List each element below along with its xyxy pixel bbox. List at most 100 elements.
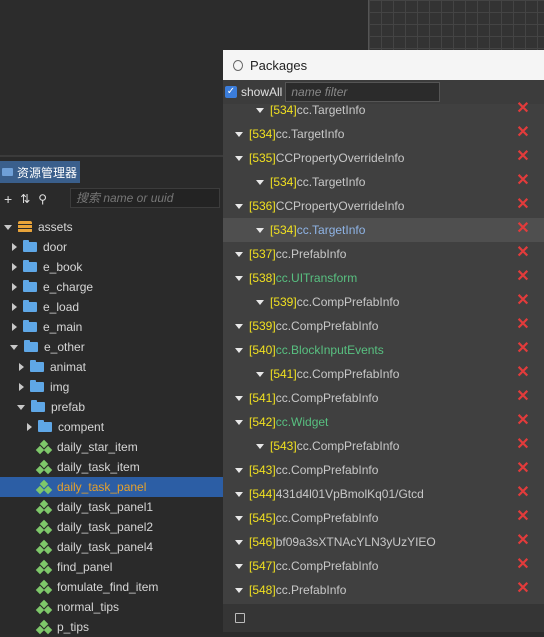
delete-icon[interactable]: ✕ xyxy=(516,317,530,333)
delete-icon[interactable]: ✕ xyxy=(516,437,530,453)
chevron-down-icon[interactable] xyxy=(235,491,243,497)
delete-icon[interactable]: ✕ xyxy=(516,293,530,309)
delete-icon[interactable]: ✕ xyxy=(516,461,530,477)
package-row[interactable]: [535] CCPropertyOverrideInfo ✕ xyxy=(223,146,544,170)
chevron-down-icon[interactable] xyxy=(235,563,243,569)
package-row[interactable]: [537] cc.PrefabInfo ✕ xyxy=(223,242,544,266)
chevron-down-icon[interactable] xyxy=(235,587,243,593)
tree-item[interactable]: find_panel xyxy=(0,557,223,577)
package-row[interactable]: [536] CCPropertyOverrideInfo ✕ xyxy=(223,194,544,218)
chevron-down-icon[interactable] xyxy=(17,404,25,410)
chevron-right-icon[interactable] xyxy=(19,363,24,371)
delete-icon[interactable]: ✕ xyxy=(516,485,530,501)
save-icon[interactable] xyxy=(235,613,245,623)
package-row[interactable]: [538] cc.UITransform ✕ xyxy=(223,266,544,290)
tree-item[interactable]: e_book xyxy=(0,257,223,277)
package-row[interactable]: [545] cc.CompPrefabInfo ✕ xyxy=(223,506,544,530)
package-row[interactable]: [548] cc.PrefabInfo ✕ xyxy=(223,578,544,602)
chevron-down-icon[interactable] xyxy=(256,107,264,113)
assets-search-input[interactable]: 搜索 name or uuid xyxy=(70,188,220,208)
chevron-right-icon[interactable] xyxy=(12,283,17,291)
delete-icon[interactable]: ✕ xyxy=(516,341,530,357)
chevron-down-icon[interactable] xyxy=(235,323,243,329)
delete-icon[interactable]: ✕ xyxy=(516,557,530,573)
chevron-down-icon[interactable] xyxy=(4,224,12,230)
chevron-down-icon[interactable] xyxy=(256,443,264,449)
tree-item[interactable]: e_charge xyxy=(0,277,223,297)
delete-icon[interactable]: ✕ xyxy=(516,197,530,213)
tree-item[interactable]: assets xyxy=(0,217,223,237)
chevron-down-icon[interactable] xyxy=(235,347,243,353)
chevron-down-icon[interactable] xyxy=(235,155,243,161)
package-row[interactable]: [541] cc.CompPrefabInfo ✕ xyxy=(223,362,544,386)
package-row[interactable]: [534] cc.TargetInfo ✕ xyxy=(223,218,544,242)
tree-item[interactable]: daily_task_panel4 xyxy=(0,537,223,557)
tree-item[interactable]: normal_tips xyxy=(0,597,223,617)
delete-icon[interactable]: ✕ xyxy=(516,125,530,141)
chevron-down-icon[interactable] xyxy=(235,467,243,473)
tree-item[interactable]: e_load xyxy=(0,297,223,317)
tree-item[interactable]: animat xyxy=(0,357,223,377)
chevron-down-icon[interactable] xyxy=(235,251,243,257)
tree-item[interactable]: fomulate_find_item xyxy=(0,577,223,597)
sort-icon[interactable]: ⇅ xyxy=(20,192,30,206)
chevron-down-icon[interactable] xyxy=(235,395,243,401)
chevron-down-icon[interactable] xyxy=(235,203,243,209)
tree-item[interactable]: door xyxy=(0,237,223,257)
package-row[interactable]: [534] cc.TargetInfo ✕ xyxy=(223,170,544,194)
chevron-right-icon[interactable] xyxy=(12,303,17,311)
tree-item[interactable]: p_tips xyxy=(0,617,223,637)
delete-icon[interactable]: ✕ xyxy=(516,413,530,429)
chevron-down-icon[interactable] xyxy=(256,371,264,377)
tree-item[interactable]: e_main xyxy=(0,317,223,337)
tree-item[interactable]: img xyxy=(0,377,223,397)
tree-item[interactable]: daily_star_item xyxy=(0,437,223,457)
tree-item[interactable]: compent xyxy=(0,417,223,437)
package-row[interactable]: [540] cc.BlockInputEvents ✕ xyxy=(223,338,544,362)
chevron-down-icon[interactable] xyxy=(235,419,243,425)
tree-item[interactable]: daily_task_panel2 xyxy=(0,517,223,537)
chevron-down-icon[interactable] xyxy=(235,131,243,137)
chevron-right-icon[interactable] xyxy=(27,423,32,431)
package-row[interactable]: [544] 431d4l01VpBmolKq01/Gtcd ✕ xyxy=(223,482,544,506)
package-row[interactable]: [534] cc.TargetInfo ✕ xyxy=(223,98,544,122)
delete-icon[interactable]: ✕ xyxy=(516,245,530,261)
chevron-right-icon[interactable] xyxy=(19,383,24,391)
chevron-right-icon[interactable] xyxy=(12,243,17,251)
chevron-right-icon[interactable] xyxy=(12,323,17,331)
package-row[interactable]: [543] cc.CompPrefabInfo ✕ xyxy=(223,434,544,458)
delete-icon[interactable]: ✕ xyxy=(516,581,530,597)
show-all-checkbox[interactable]: ✓ xyxy=(225,86,237,98)
chevron-down-icon[interactable] xyxy=(235,515,243,521)
chevron-down-icon[interactable] xyxy=(256,299,264,305)
delete-icon[interactable]: ✕ xyxy=(516,221,530,237)
package-row[interactable]: [539] cc.CompPrefabInfo ✕ xyxy=(223,290,544,314)
chevron-down-icon[interactable] xyxy=(235,275,243,281)
tree-item[interactable]: daily_task_panel xyxy=(0,477,223,497)
package-row[interactable]: [542] cc.Widget ✕ xyxy=(223,410,544,434)
package-row[interactable]: [541] cc.CompPrefabInfo ✕ xyxy=(223,386,544,410)
search-icon[interactable]: ⚲ xyxy=(38,192,47,206)
chevron-down-icon[interactable] xyxy=(10,344,18,350)
delete-icon[interactable]: ✕ xyxy=(516,101,530,117)
delete-icon[interactable]: ✕ xyxy=(516,509,530,525)
tab-assets[interactable]: 资源管理器 xyxy=(0,161,80,183)
delete-icon[interactable]: ✕ xyxy=(516,149,530,165)
add-icon[interactable]: + xyxy=(4,191,12,207)
package-row[interactable]: [547] cc.CompPrefabInfo ✕ xyxy=(223,554,544,578)
chevron-down-icon[interactable] xyxy=(256,179,264,185)
tree-item[interactable]: prefab xyxy=(0,397,223,417)
tree-item[interactable]: e_other xyxy=(0,337,223,357)
package-row[interactable]: [539] cc.CompPrefabInfo ✕ xyxy=(223,314,544,338)
package-row[interactable]: [543] cc.CompPrefabInfo ✕ xyxy=(223,458,544,482)
chevron-right-icon[interactable] xyxy=(12,263,17,271)
delete-icon[interactable]: ✕ xyxy=(516,389,530,405)
tree-item[interactable]: daily_task_item xyxy=(0,457,223,477)
packages-titlebar[interactable]: Packages xyxy=(223,50,544,80)
delete-icon[interactable]: ✕ xyxy=(516,533,530,549)
package-row[interactable]: [546] bf09a3sXTNAcYLN3yUzYIEO ✕ xyxy=(223,530,544,554)
package-row[interactable]: [534] cc.TargetInfo ✕ xyxy=(223,122,544,146)
delete-icon[interactable]: ✕ xyxy=(516,365,530,381)
delete-icon[interactable]: ✕ xyxy=(516,269,530,285)
chevron-down-icon[interactable] xyxy=(235,539,243,545)
